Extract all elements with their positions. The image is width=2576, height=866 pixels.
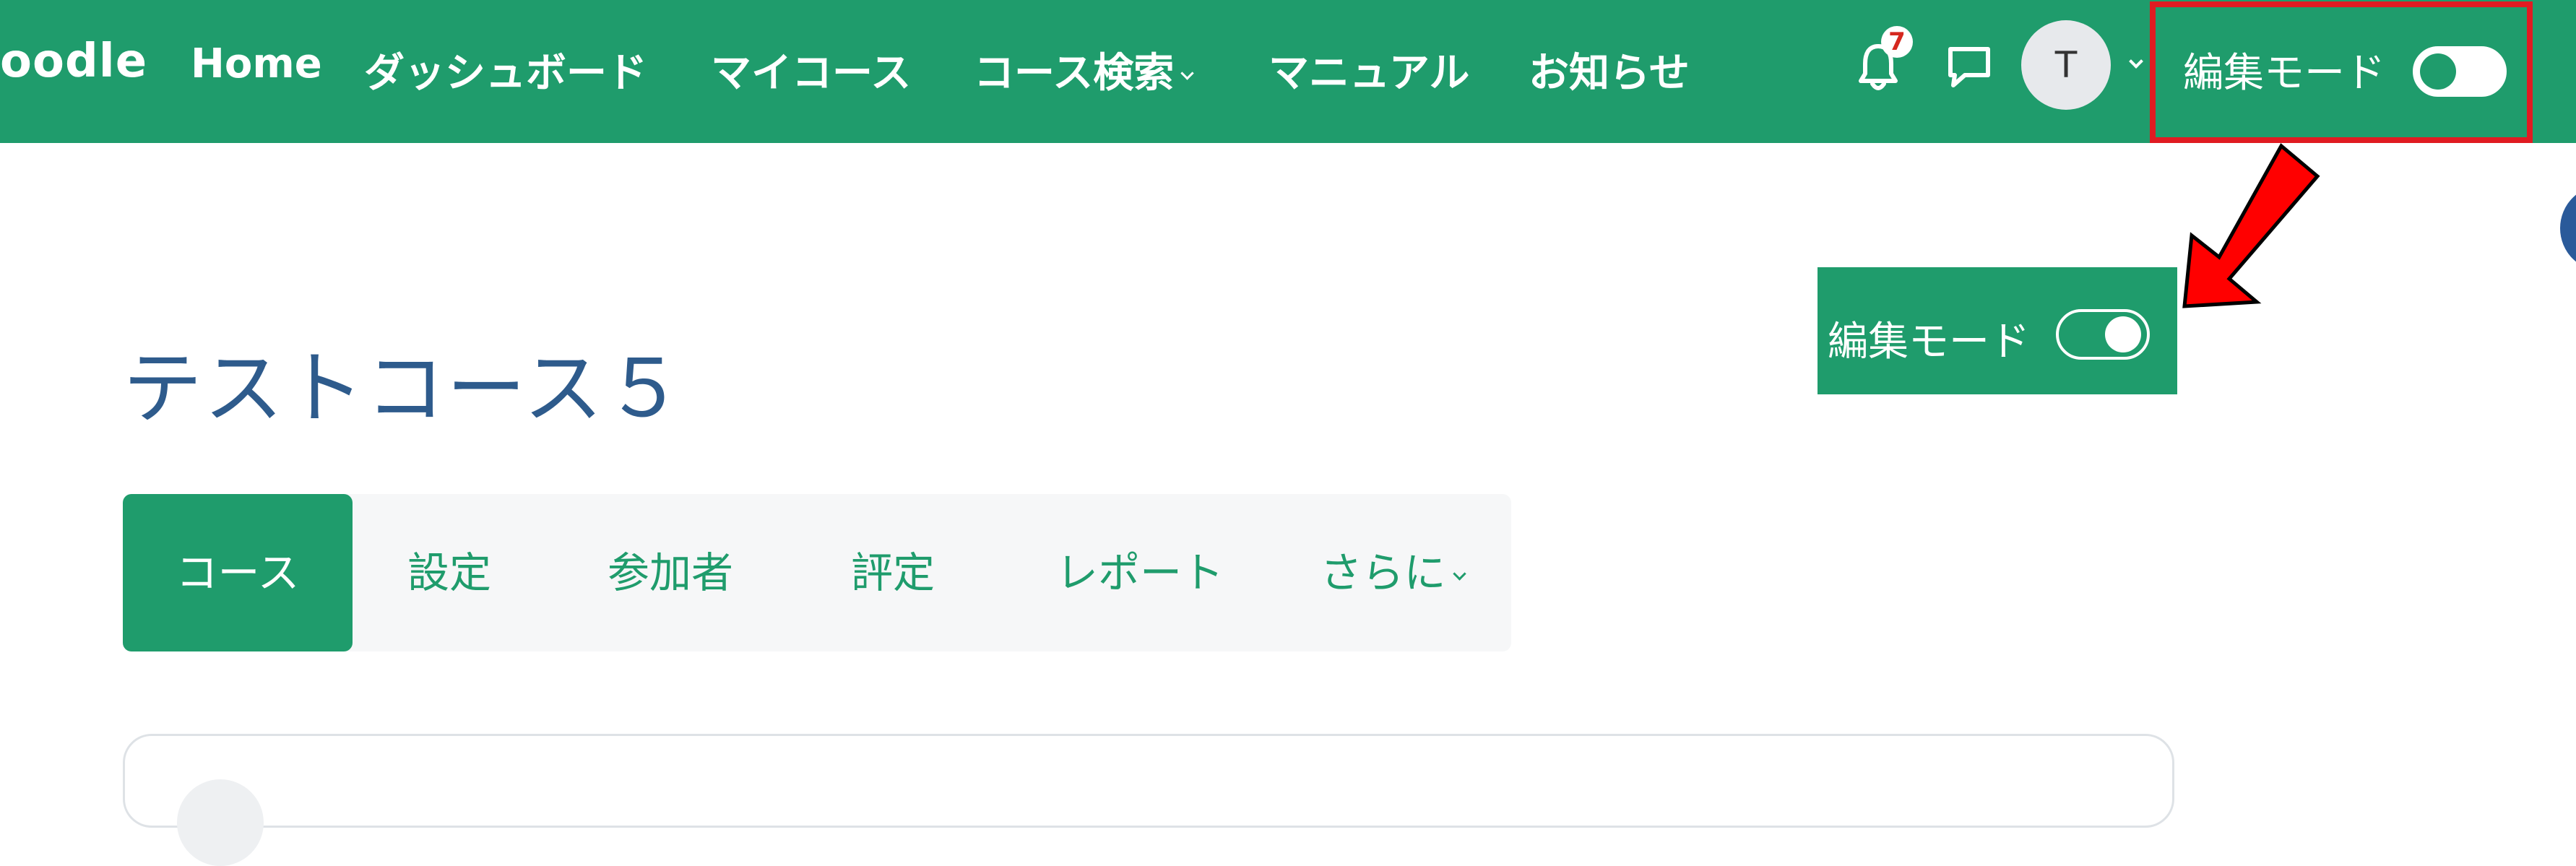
chevron-down-icon[interactable] xyxy=(2129,54,2143,69)
callout-edit-mode-label: 編集モード xyxy=(1828,319,2030,365)
toggle-knob xyxy=(2105,316,2141,352)
nav-my-courses[interactable]: マイコース xyxy=(711,40,911,99)
drawer-toggle-button[interactable] xyxy=(2560,185,2576,272)
tab-more-label: さらに xyxy=(1320,548,1446,597)
nav-course-search[interactable]: コース検索 xyxy=(974,40,1194,99)
page-title: テストコース５ xyxy=(123,342,686,435)
course-section-card xyxy=(123,734,2174,866)
top-navbar: oodle Home ダッシュボード マイコース コース検索 マニュアル お知ら… xyxy=(0,0,2576,143)
course-tabs: コース 設定 参加者 評定 レポート さらに xyxy=(123,494,1511,651)
notification-badge: 7 xyxy=(1881,26,1913,58)
user-avatar[interactable]: T xyxy=(2021,20,2111,110)
tab-more[interactable]: さらに xyxy=(1287,494,1497,651)
tab-settings[interactable]: 設定 xyxy=(371,494,527,651)
nav-news[interactable]: お知らせ xyxy=(1529,40,1690,99)
section-icon xyxy=(177,779,264,866)
tab-grades[interactable]: 評定 xyxy=(815,494,971,651)
callout-edit-mode-toggle xyxy=(2056,309,2150,360)
nav-dashboard[interactable]: ダッシュボード xyxy=(364,40,647,99)
chevron-down-icon xyxy=(1452,567,1466,581)
nav-course-search-label: コース検索 xyxy=(974,50,1175,97)
nav-home[interactable]: Home xyxy=(191,40,322,87)
nav-manual[interactable]: マニュアル xyxy=(1268,40,1469,99)
tab-participants[interactable]: 参加者 xyxy=(578,494,763,651)
tab-reports[interactable]: レポート xyxy=(1010,494,1270,651)
chat-icon[interactable] xyxy=(1945,43,1994,91)
chevron-down-icon xyxy=(1180,66,1194,80)
edit-mode-callout: 編集モード xyxy=(1818,267,2177,394)
highlight-frame xyxy=(2150,1,2533,143)
tab-course[interactable]: コース xyxy=(123,494,353,651)
site-logo[interactable]: oodle xyxy=(0,35,147,88)
